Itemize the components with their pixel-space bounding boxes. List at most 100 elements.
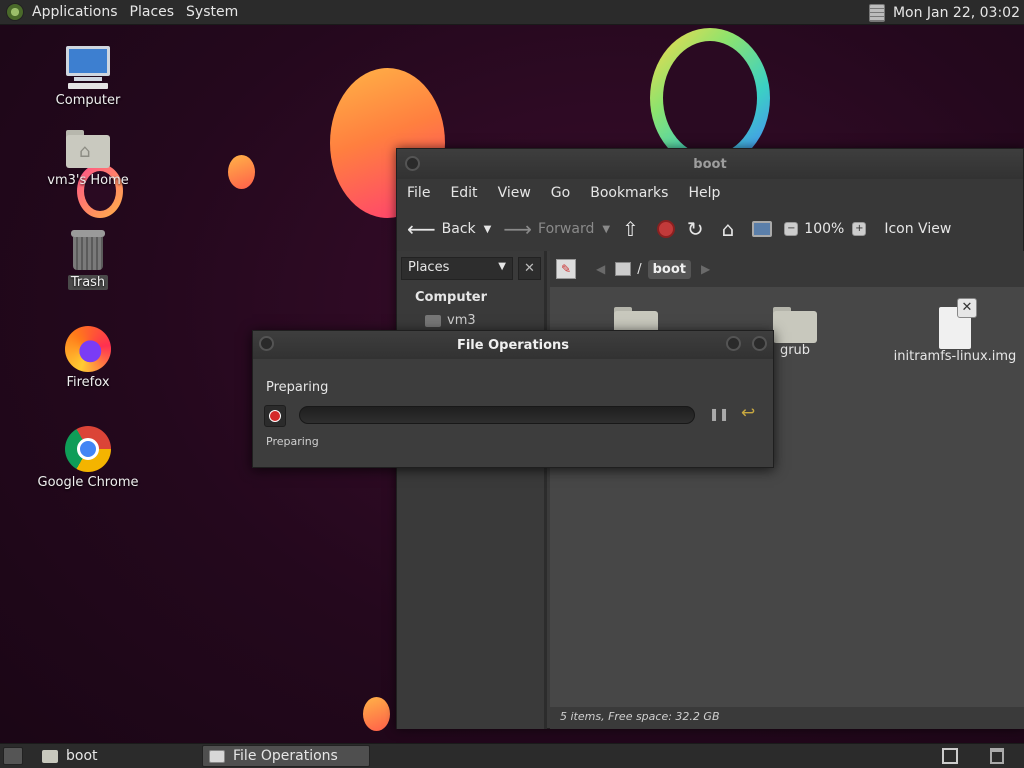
forward-label: Forward <box>538 221 595 237</box>
chevron-down-icon[interactable]: ▼ <box>602 224 610 235</box>
dialog-title: File Operations <box>456 337 570 353</box>
dialog-titlebar[interactable]: File Operations <box>253 331 773 359</box>
toolbar: ⟵ Back ▼ ⟶ Forward ▼ ⇧ ↻ ⌂ − 100% + Icon… <box>397 207 1023 251</box>
path-scroll-right-icon[interactable]: ▶ <box>701 262 710 276</box>
clock[interactable]: Mon Jan 22, 03:02 <box>885 5 1024 21</box>
window-menu-button[interactable] <box>405 156 420 171</box>
window-menu-button[interactable] <box>259 336 274 351</box>
zoom-control: − 100% + <box>784 221 872 237</box>
zoom-in-icon[interactable]: + <box>852 222 867 236</box>
window-titlebar[interactable]: boot <box>397 149 1023 179</box>
wallpaper-ring <box>650 28 770 168</box>
file-item-initramfs[interactable]: ✕ initramfs-linux.img <box>890 298 1020 364</box>
menu-help[interactable]: Help <box>678 185 730 201</box>
cancel-operation-button[interactable] <box>264 405 286 427</box>
reload-icon: ↻ <box>686 217 704 241</box>
location-bar: ✎ ◀ / boot ▶ <box>550 251 1024 287</box>
chevron-down-icon: ▼ <box>498 261 506 272</box>
bottom-panel: boot File Operations <box>0 743 1024 768</box>
taskbar-item-file-operations[interactable]: File Operations <box>202 745 370 767</box>
folder-icon <box>42 749 58 763</box>
menu-file[interactable]: File <box>397 185 440 201</box>
home-folder-icon: ⌂ <box>66 130 110 170</box>
notes-applet-icon[interactable] <box>868 3 885 22</box>
desktop-icon-trash[interactable]: Trash <box>18 228 158 290</box>
menu-view[interactable]: View <box>488 185 541 201</box>
sidebar-item-label: vm3 <box>447 313 476 328</box>
menu-edit[interactable]: Edit <box>440 185 487 201</box>
folder-icon <box>773 307 817 343</box>
computer-icon <box>752 221 773 237</box>
close-button[interactable] <box>752 336 767 351</box>
wallpaper-shape <box>228 155 255 189</box>
zoom-out-icon[interactable]: − <box>784 222 799 236</box>
back-label: Back <box>441 221 476 237</box>
pause-icon[interactable]: ❚❚ <box>709 407 729 421</box>
back-arrow-icon: ⟵ <box>407 217 436 241</box>
close-sidepane-button[interactable]: ✕ <box>518 257 541 280</box>
stop-icon <box>656 220 675 238</box>
home-button[interactable]: ⌂ <box>722 217 741 241</box>
menu-places[interactable]: Places <box>124 4 181 20</box>
computer-button[interactable] <box>752 221 773 237</box>
close-icon[interactable]: ✕ <box>957 298 977 318</box>
menu-system[interactable]: System <box>180 4 244 20</box>
places-select[interactable]: Places ▼ <box>401 257 513 280</box>
desktop-icon-chrome[interactable]: Google Chrome <box>18 426 158 490</box>
minimize-button[interactable] <box>726 336 741 351</box>
forward-button[interactable]: ⟶ Forward ▼ <box>503 217 610 241</box>
up-arrow-icon: ⇧ <box>622 217 639 241</box>
back-button[interactable]: ⟵ Back ▼ <box>407 217 491 241</box>
progress-bar <box>299 406 695 424</box>
desktop-icon-firefox[interactable]: Firefox <box>18 326 158 390</box>
home-icon: ⌂ <box>721 217 735 241</box>
stop-button[interactable] <box>656 220 675 238</box>
desktop-icon-label: vm3's Home <box>47 173 129 188</box>
edit-location-icon[interactable]: ✎ <box>556 259 576 279</box>
path-separator: / <box>637 261 642 277</box>
up-button[interactable]: ⇧ <box>622 217 645 241</box>
chevron-down-icon[interactable]: ▼ <box>484 224 492 235</box>
undo-icon[interactable]: ↩ <box>741 403 755 423</box>
sidebar-heading: Computer <box>415 290 488 305</box>
show-desktop-icon[interactable] <box>3 747 23 765</box>
path-scroll-left-icon[interactable]: ◀ <box>596 262 605 276</box>
desktop-icon-label: Firefox <box>66 375 110 390</box>
trash-icon <box>70 228 106 272</box>
trash-applet-icon[interactable] <box>990 748 1004 764</box>
file-name: grub <box>779 343 811 358</box>
operation-status: Preparing <box>266 435 319 448</box>
root-drive-icon[interactable] <box>615 262 632 276</box>
view-mode-select[interactable]: Icon View <box>884 221 951 237</box>
workspace-switcher-icon[interactable] <box>942 748 958 764</box>
desktop-icon-label: Computer <box>55 93 121 108</box>
taskbar-item-label: File Operations <box>233 748 338 764</box>
reload-button[interactable]: ↻ <box>687 217 710 241</box>
file-name: initramfs-linux.img <box>893 349 1017 364</box>
desktop-icon-home[interactable]: ⌂ vm3's Home <box>18 130 158 188</box>
menu-go[interactable]: Go <box>541 185 580 201</box>
firefox-icon <box>65 326 111 372</box>
zoom-level: 100% <box>804 221 845 237</box>
taskbar-item-label: boot <box>66 748 98 764</box>
desktop-icon-label: Trash <box>67 275 109 290</box>
view-mode-label: Icon View <box>884 221 952 237</box>
taskbar-item-boot[interactable]: boot <box>36 745 196 767</box>
computer-icon <box>64 46 112 90</box>
wallpaper-shape <box>363 697 390 731</box>
chrome-icon <box>65 426 111 472</box>
system-tray: Mon Jan 22, 03:02 <box>868 0 1024 25</box>
main-menu: Applications Places System <box>0 0 244 25</box>
desktop-icon-computer[interactable]: Computer <box>18 46 158 108</box>
file-operations-dialog: File Operations Preparing ❚❚ ↩ Preparing <box>252 330 774 468</box>
forward-arrow-icon: ⟶ <box>503 217 533 241</box>
desktop-icon-label: Google Chrome <box>37 475 139 490</box>
distro-logo-icon[interactable] <box>6 3 24 21</box>
sidebar-item-vm3[interactable]: vm3 <box>425 313 476 328</box>
breadcrumb-current[interactable]: boot <box>647 259 692 279</box>
operation-heading: Preparing <box>266 380 329 395</box>
places-select-label: Places <box>408 260 450 275</box>
file-operations-icon <box>209 749 225 763</box>
menu-applications[interactable]: Applications <box>26 4 124 20</box>
menu-bookmarks[interactable]: Bookmarks <box>580 185 678 201</box>
